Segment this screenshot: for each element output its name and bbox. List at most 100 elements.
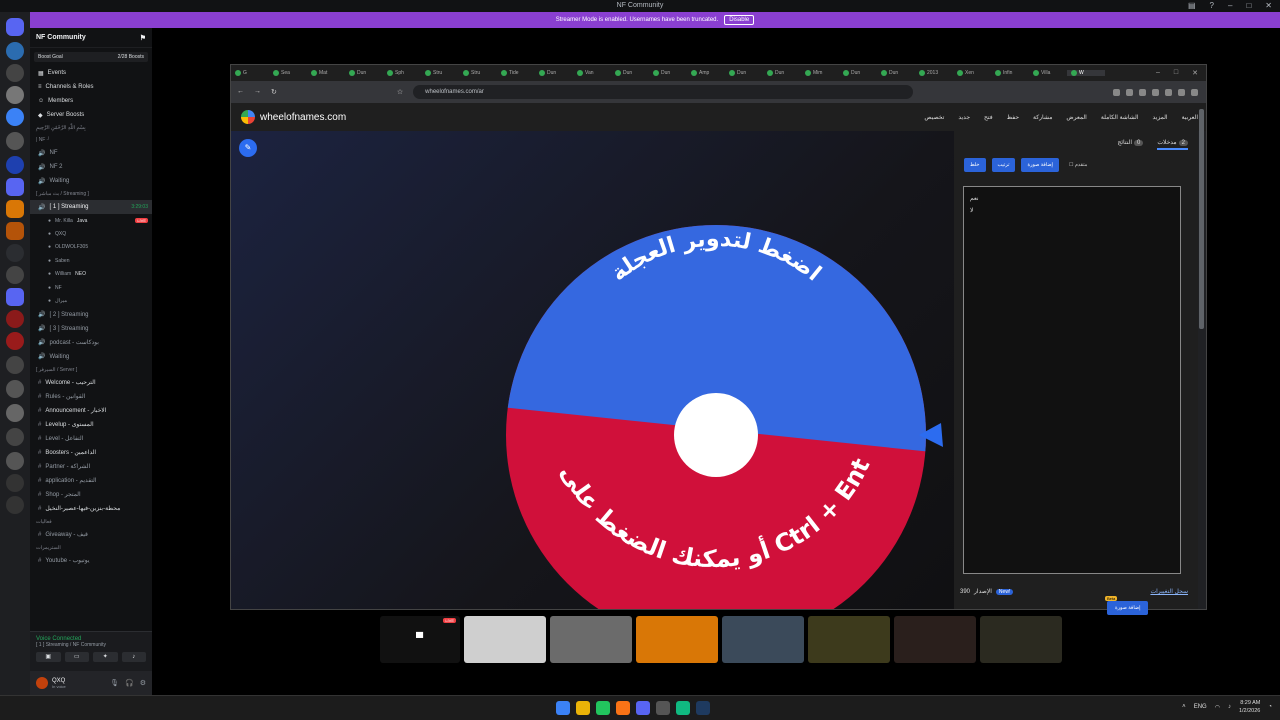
server-icon[interactable]	[6, 452, 24, 470]
avatar[interactable]	[36, 677, 48, 689]
server-icon[interactable]	[6, 380, 24, 398]
text-channel-item[interactable]: # Youtube - يوتيوب	[30, 554, 152, 568]
forward-icon[interactable]: →	[254, 88, 261, 96]
text-channel-item[interactable]: # Welcome - الترحيب	[30, 376, 152, 390]
server-icon[interactable]	[6, 288, 24, 306]
maximize-icon[interactable]: □	[1174, 69, 1178, 77]
server-icon[interactable]	[6, 156, 24, 174]
site-menu-item[interactable]: الشاشة الكاملة	[1101, 114, 1139, 121]
minimize-icon[interactable]: –	[1228, 1, 1232, 10]
back-icon[interactable]: ←	[237, 88, 244, 96]
brave-icon[interactable]	[616, 701, 630, 715]
text-channel-item[interactable]: # Boosters - الداعمين	[30, 446, 152, 460]
browser-tab[interactable]: Dun	[345, 70, 383, 76]
add-image-entry-button[interactable]: إضافة صورة	[1107, 601, 1149, 615]
extension-icon[interactable]	[1165, 88, 1172, 96]
voice-channel-item[interactable]: 🔊[ 1 ] Streaming 3:29:03	[30, 200, 152, 214]
text-channel-item[interactable]: # Announcement - الاخبار	[30, 404, 152, 418]
voice-channel-item[interactable]: 🔊 NF	[30, 146, 152, 160]
volume-icon[interactable]: ♪	[1228, 704, 1231, 710]
text-channel-item[interactable]: # Rules - القوانين	[30, 390, 152, 404]
channel-category[interactable]: بِسْمِ اللَّهِ الرَّحْمَٰنِ الرَّحِيمِ	[30, 122, 152, 134]
stream-tile[interactable]: LIVE ▀	[380, 616, 460, 663]
server-icon[interactable]	[6, 244, 24, 262]
voice-user[interactable]: ● OLDWOLF305	[30, 241, 152, 254]
browser-tab[interactable]: Tide	[497, 70, 535, 76]
channel-category[interactable]: فعاليات	[30, 516, 152, 528]
channel-category[interactable]: [ السيرفر / Server ]	[30, 364, 152, 376]
extension-icon[interactable]	[1113, 88, 1120, 96]
extension-icon[interactable]	[1152, 88, 1159, 96]
voice-channel-item[interactable]: 🔊[ 3 ] Streaming	[30, 322, 152, 336]
discord-home-icon[interactable]	[6, 18, 24, 36]
extension-icon[interactable]	[1178, 88, 1185, 96]
browser-tab[interactable]: W	[1067, 70, 1105, 76]
browser-tab[interactable]: Sea	[269, 70, 307, 76]
browser-tab[interactable]: Mim	[801, 70, 839, 76]
voice-user[interactable]: ● Saben	[30, 254, 152, 267]
scrollbar[interactable]	[1199, 109, 1204, 329]
advanced-checkbox[interactable]: ☐ متقدم	[1069, 162, 1087, 168]
voice-channel-item[interactable]: 🔊 Waiting	[30, 174, 152, 188]
nav-members[interactable]: ☺ Members	[30, 94, 152, 108]
participant-tile[interactable]	[464, 616, 546, 663]
server-icon[interactable]	[6, 310, 24, 328]
browser-tab[interactable]: Dun	[535, 70, 573, 76]
channel-category[interactable]: [ بث مباشر / Streaming ]	[30, 188, 152, 200]
clock[interactable]: 8:29 AM 1/2/2026	[1239, 699, 1260, 715]
participant-tile[interactable]	[894, 616, 976, 663]
browser-tab[interactable]: Infin	[991, 70, 1029, 76]
tab-entries[interactable]: مدخلات 2	[1157, 139, 1188, 150]
file-explorer-icon[interactable]	[576, 701, 590, 715]
participant-tile[interactable]	[636, 616, 718, 663]
server-icon[interactable]	[6, 428, 24, 446]
server-icon[interactable]	[6, 404, 24, 422]
voice-channel-item[interactable]: 🔊[ 2 ] Streaming	[30, 308, 152, 322]
minimize-icon[interactable]: –	[1156, 69, 1160, 77]
browser-tab[interactable]: Dun	[763, 70, 801, 76]
server-icon[interactable]	[6, 86, 24, 104]
site-menu-item[interactable]: فتح	[984, 114, 993, 121]
settings-icon[interactable]: ⚙	[140, 679, 146, 687]
channel-category[interactable]: | NF ┘	[30, 134, 152, 146]
nav-channels-roles[interactable]: ≡ Channels & Roles	[30, 80, 152, 94]
activities-icon[interactable]: ✦	[93, 652, 118, 662]
disable-button[interactable]: Disable	[724, 15, 755, 25]
browser-tab[interactable]: Dun	[611, 70, 649, 76]
site-menu-item[interactable]: مشاركة	[1033, 114, 1052, 121]
discover-icon[interactable]	[6, 496, 24, 514]
server-icon[interactable]	[6, 356, 24, 374]
text-channel-item[interactable]: # application - التقديم	[30, 474, 152, 488]
address-bar[interactable]: wheelofnames.com/ar	[413, 85, 914, 99]
menu-icon[interactable]	[1191, 88, 1198, 96]
guild-header[interactable]: NF Community ⚑	[30, 28, 152, 48]
browser-tab[interactable]: Xen	[953, 70, 991, 76]
maximize-icon[interactable]: □	[1246, 1, 1251, 10]
voice-channel-item[interactable]: 🔊 Waiting	[30, 350, 152, 364]
bookmark-icon[interactable]: ☆	[397, 88, 403, 96]
site-menu-item[interactable]: حفظ	[1007, 114, 1019, 121]
browser-tab[interactable]: Amp	[687, 70, 725, 76]
shuffle-button[interactable]: خلط	[964, 158, 986, 172]
notification-icon[interactable]: ◔	[1268, 704, 1272, 710]
camera-icon[interactable]: ▣	[36, 652, 61, 662]
server-icon[interactable]	[6, 64, 24, 82]
browser-tab[interactable]: Mat	[307, 70, 345, 76]
server-icon[interactable]	[6, 332, 24, 350]
wheel-svg[interactable]: اضغط لتدوير العجلة أو يمكنك الضغط على زر…	[231, 131, 954, 609]
participant-tile[interactable]	[722, 616, 804, 663]
text-channel-item[interactable]: # محطة-بنزين-فيها-عصير-النخيل	[30, 502, 152, 516]
text-channel-item[interactable]: # Shop - المتجر	[30, 488, 152, 502]
browser-tab[interactable]: Villa	[1029, 70, 1067, 76]
close-icon[interactable]: ✕	[1192, 69, 1198, 77]
server-icon[interactable]	[6, 132, 24, 150]
screen-share-icon[interactable]: ▭	[64, 652, 89, 662]
browser-tab[interactable]: Stru	[459, 70, 497, 76]
sort-button[interactable]: ترتيب	[991, 158, 1016, 172]
headphones-icon[interactable]: 🎧	[125, 679, 134, 687]
text-channel-item[interactable]: # Levelup - المستوى	[30, 418, 152, 432]
nav-events[interactable]: ▦ Events	[30, 66, 152, 80]
browser-tab[interactable]: Sph	[383, 70, 421, 76]
server-icon[interactable]	[6, 222, 24, 240]
voice-channel-item[interactable]: 🔊 podcast - بودكاست	[30, 336, 152, 350]
